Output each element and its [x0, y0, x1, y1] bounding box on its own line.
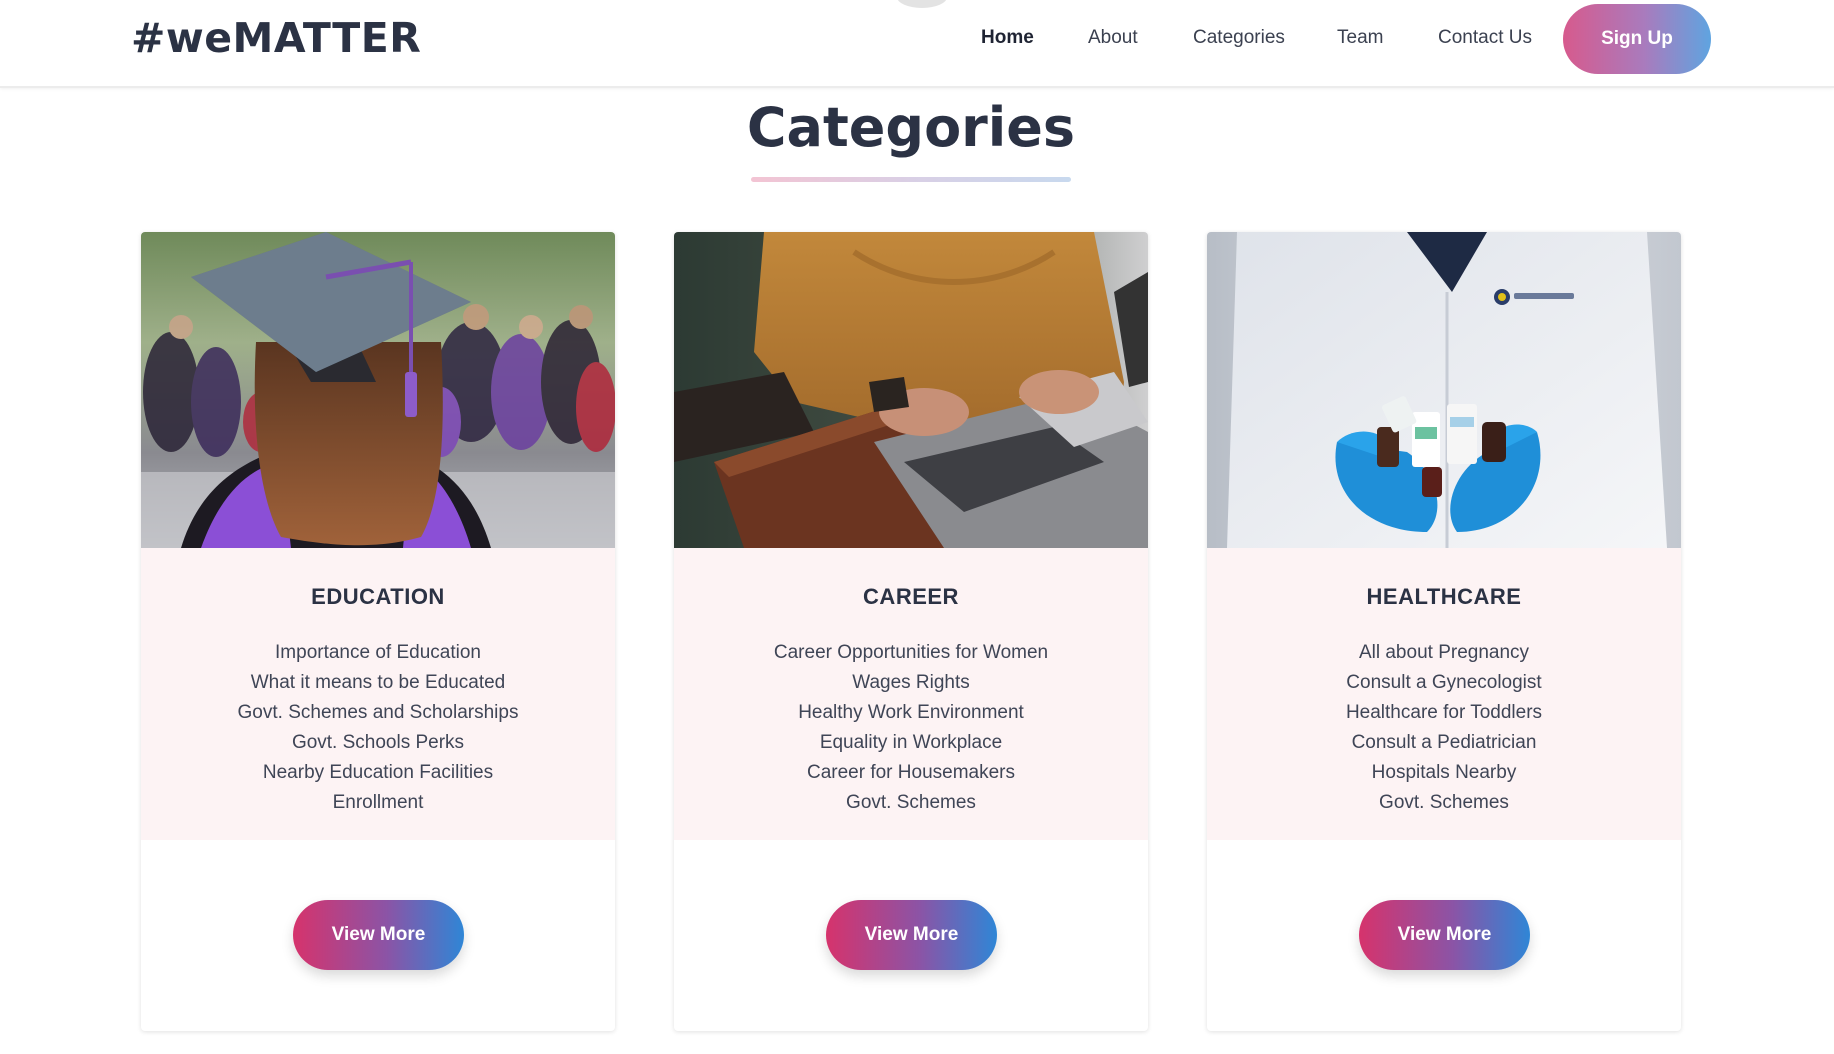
list-item[interactable]: Healthcare for Toddlers — [1207, 698, 1681, 728]
view-more-button[interactable]: View More — [826, 900, 997, 970]
category-card-career: CAREER Career Opportunities for Women Wa… — [674, 232, 1148, 1031]
navbar: #weMATTER Home About Categories Team Con… — [0, 0, 1834, 88]
list-item[interactable]: Consult a Pediatrician — [1207, 728, 1681, 758]
nav-team[interactable]: Team — [1337, 27, 1383, 49]
list-item[interactable]: What it means to be Educated — [141, 668, 615, 698]
list-item[interactable]: Nearby Education Facilities — [141, 758, 615, 788]
list-item[interactable]: Career for Housemakers — [674, 758, 1148, 788]
list-item[interactable]: All about Pregnancy — [1207, 638, 1681, 668]
title-underline — [751, 177, 1071, 182]
category-card-healthcare: HEALTHCARE All about Pregnancy Consult a… — [1207, 232, 1681, 1031]
list-item[interactable]: Govt. Schemes and Scholarships — [141, 698, 615, 728]
list-item[interactable]: Hospitals Nearby — [1207, 758, 1681, 788]
list-item[interactable]: Govt. Schemes — [674, 788, 1148, 818]
list-item[interactable]: Enrollment — [141, 788, 615, 818]
list-item[interactable]: Govt. Schools Perks — [141, 728, 615, 758]
laptop-photo — [674, 232, 1148, 548]
education-card-body: EDUCATION Importance of Education What i… — [141, 548, 615, 840]
list-item[interactable]: Wages Rights — [674, 668, 1148, 698]
nav-home[interactable]: Home — [981, 27, 1034, 49]
education-topic-list: Importance of Education What it means to… — [141, 638, 615, 818]
career-card-body: CAREER Career Opportunities for Women Wa… — [674, 548, 1148, 840]
healthcare-image — [1207, 232, 1681, 548]
doctor-medicine-photo — [1207, 232, 1681, 548]
career-image — [674, 232, 1148, 548]
nav-decoration — [897, 0, 947, 8]
brand-logo[interactable]: #weMATTER — [131, 14, 421, 62]
healthcare-topic-list: All about Pregnancy Consult a Gynecologi… — [1207, 638, 1681, 818]
list-item[interactable]: Importance of Education — [141, 638, 615, 668]
category-card-education: EDUCATION Importance of Education What i… — [141, 232, 615, 1031]
list-item[interactable]: Equality in Workplace — [674, 728, 1148, 758]
card-title: HEALTHCARE — [1366, 584, 1522, 609]
list-item[interactable]: Consult a Gynecologist — [1207, 668, 1681, 698]
list-item[interactable]: Govt. Schemes — [1207, 788, 1681, 818]
nav-about[interactable]: About — [1088, 27, 1138, 49]
graduate-photo — [141, 232, 615, 548]
list-item[interactable]: Career Opportunities for Women — [674, 638, 1148, 668]
view-more-button[interactable]: View More — [1359, 900, 1530, 970]
section-title: Categories — [746, 96, 1076, 159]
nav-categories[interactable]: Categories — [1193, 27, 1285, 49]
career-topic-list: Career Opportunities for Women Wages Rig… — [674, 638, 1148, 818]
healthcare-card-body: HEALTHCARE All about Pregnancy Consult a… — [1207, 548, 1681, 840]
card-title: EDUCATION — [311, 584, 445, 609]
view-more-button[interactable]: View More — [293, 900, 464, 970]
sign-up-button[interactable]: Sign Up — [1563, 4, 1711, 74]
list-item[interactable]: Healthy Work Environment — [674, 698, 1148, 728]
nav-contact-us[interactable]: Contact Us — [1438, 27, 1532, 49]
card-title: CAREER — [863, 584, 959, 609]
education-image — [141, 232, 615, 548]
